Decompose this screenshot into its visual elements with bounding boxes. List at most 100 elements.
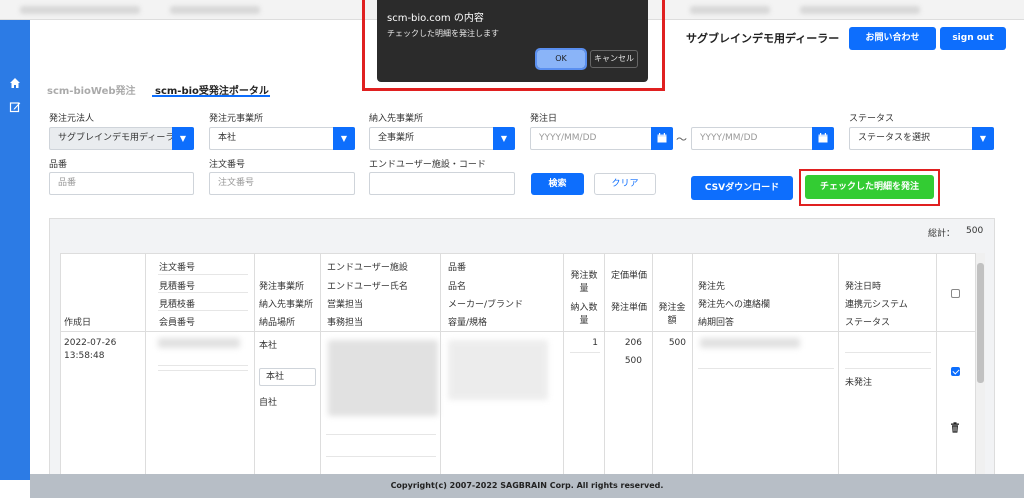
th-status: ステータス	[845, 318, 891, 328]
th-supplier: 発注先	[698, 282, 726, 292]
ordering-corp-select[interactable]: サグブレインデモ用ディーラ ▼	[49, 127, 194, 150]
item-code-input[interactable]: 品番	[49, 172, 194, 195]
search-button[interactable]: 検索	[531, 173, 584, 195]
ordering-corp-value: サグブレインデモ用ディーラ	[58, 133, 175, 143]
row-order-price: 500	[624, 356, 642, 366]
th-order-no: 注文番号	[159, 263, 196, 273]
home-icon[interactable]	[7, 77, 23, 93]
th-admin-rep: 事務担当	[327, 318, 364, 328]
end-user-input[interactable]	[369, 172, 515, 195]
row-list-price: 206	[624, 338, 642, 348]
row-checkbox[interactable]	[951, 367, 960, 376]
clear-button[interactable]: クリア	[594, 173, 656, 195]
calendar-icon[interactable]	[812, 127, 834, 150]
order-no-label: 注文番号	[209, 160, 246, 170]
column-divider	[563, 253, 564, 480]
table-scrollbar-thumb[interactable]	[977, 263, 984, 383]
th-list-price: 定価単価	[610, 271, 647, 281]
blurred-text	[170, 6, 260, 14]
calendar-icon[interactable]	[651, 127, 673, 150]
dialog-title: scm-bio.com の内容	[387, 13, 484, 24]
order-checked-button[interactable]: チェックした明細を発注	[805, 175, 934, 199]
item-code-placeholder: 品番	[58, 178, 77, 188]
header-divider	[60, 331, 976, 332]
sub-divider	[698, 368, 834, 369]
trash-icon[interactable]	[950, 422, 960, 436]
ordering-office-select[interactable]: 本社 ▼	[209, 127, 355, 150]
dialog-ok-button[interactable]: OK	[535, 48, 587, 70]
delivery-office-select[interactable]: 全事業所 ▼	[369, 127, 515, 150]
end-user-label: エンドユーザー施設・コード	[369, 160, 486, 170]
sub-divider	[158, 310, 248, 311]
ordering-corp-label: 発注元法人	[49, 114, 95, 124]
blurred-order-no	[158, 338, 240, 348]
th-sales-rep: 営業担当	[327, 300, 364, 310]
date-from-input[interactable]: YYYY/MM/DD	[530, 127, 673, 150]
row-created-time: 13:58:48	[64, 351, 105, 361]
date-to-input[interactable]: YYYY/MM/DD	[691, 127, 834, 150]
total-label: 総計：	[928, 229, 956, 239]
csv-download-button[interactable]: CSVダウンロード	[691, 176, 793, 200]
signout-button[interactable]: sign out	[940, 27, 1006, 50]
th-quote-no: 見積番号	[159, 282, 196, 292]
contact-button[interactable]: お問い合わせ	[849, 27, 936, 50]
th-delivery-reply: 納期回答	[698, 318, 735, 328]
tab-web-order[interactable]: scm-bioWeb発注	[47, 82, 136, 97]
th-order-price: 発注単価	[610, 303, 647, 313]
date-to-placeholder: YYYY/MM/DD	[700, 133, 758, 143]
column-divider	[838, 253, 839, 480]
column-divider	[936, 253, 937, 480]
th-order-amount: 発注金額	[658, 303, 686, 326]
chevron-down-icon: ▼	[493, 127, 515, 150]
sub-divider	[158, 370, 248, 371]
chevron-down-icon: ▼	[972, 127, 994, 150]
th-order-datetime: 発注日時	[845, 282, 882, 292]
th-ordering-office: 発注事業所	[259, 282, 305, 292]
footer-copyright: Copyright(c) 2007-2022 SAGBRAIN Corp. Al…	[30, 474, 1024, 498]
th-created: 作成日	[64, 318, 92, 328]
column-divider	[692, 253, 693, 480]
status-select[interactable]: ステータスを選択 ▼	[849, 127, 994, 150]
delivery-office-value: 全事業所	[378, 133, 415, 143]
sub-divider	[158, 274, 248, 275]
ordering-office-value: 本社	[218, 133, 237, 143]
total-value: 500	[966, 226, 984, 236]
row-delivery-office-input[interactable]: 本社	[259, 368, 316, 386]
th-item-name: 品名	[448, 282, 467, 292]
column-divider	[604, 253, 605, 480]
sub-divider	[845, 368, 931, 369]
row-order-qty: 1	[592, 338, 598, 348]
row-order-amount: 500	[668, 338, 686, 348]
column-divider	[145, 253, 146, 480]
row-delivery-place: 自社	[259, 398, 278, 408]
th-capacity-spec: 容量/規格	[448, 318, 488, 328]
sub-divider	[326, 434, 436, 435]
th-quote-branch: 見積枝番	[159, 300, 196, 310]
item-code-label: 品番	[49, 160, 68, 170]
th-member-no: 会員番号	[159, 318, 196, 328]
order-no-input[interactable]: 注文番号	[209, 172, 355, 195]
dialog-cancel-button[interactable]: キャンセル	[590, 50, 638, 68]
sidebar	[0, 20, 30, 480]
blurred-supplier	[700, 338, 800, 348]
column-divider	[320, 253, 321, 480]
column-divider	[652, 253, 653, 480]
th-delivery-place: 納品場所	[259, 318, 296, 328]
row-delivery-office: 本社	[266, 372, 285, 382]
active-tab-indicator	[152, 95, 270, 97]
order-date-label: 発注日	[530, 114, 558, 124]
sub-divider	[326, 456, 436, 457]
blurred-end-user	[328, 340, 438, 416]
select-all-checkbox[interactable]	[951, 289, 960, 298]
blurred-item	[448, 340, 548, 400]
blurred-text	[690, 6, 770, 14]
th-delivery-office: 納入先事業所	[259, 300, 314, 310]
status-label: ステータス	[849, 114, 895, 124]
sub-divider	[158, 292, 248, 293]
th-end-user-name: エンドユーザー氏名	[327, 282, 408, 292]
th-delivery-qty: 納入数量	[570, 303, 598, 326]
chevron-down-icon: ▼	[333, 127, 355, 150]
row-ordering-office: 本社	[259, 341, 278, 351]
edit-icon[interactable]	[7, 101, 23, 117]
th-item-code: 品番	[448, 263, 467, 273]
